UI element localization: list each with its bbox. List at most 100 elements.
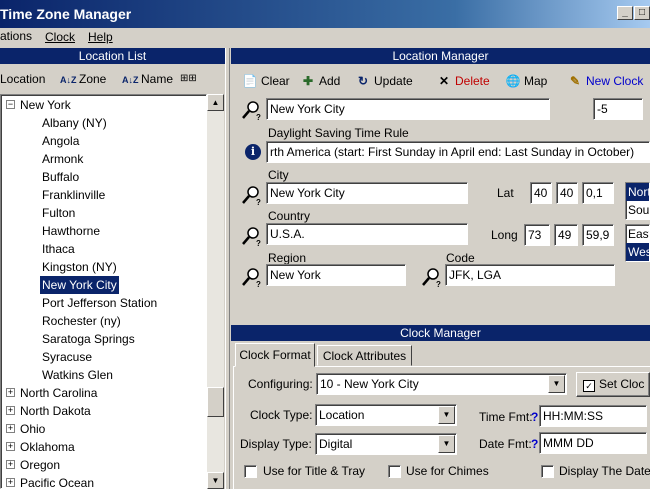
tree-child-item[interactable]: Port Jefferson Station (40, 294, 159, 312)
clock-type-dropdown[interactable]: Location ▼ (315, 404, 457, 426)
tree-child-item[interactable]: Franklinville (40, 186, 107, 204)
panel-splitter[interactable] (225, 48, 230, 489)
use-for-chimes-checkbox[interactable] (388, 465, 401, 478)
tree-group-item[interactable]: Oregon (20, 456, 60, 474)
use-for-title-tray-label: Use for Title & Tray (263, 464, 366, 478)
hemisphere-ns-list[interactable]: Nort Sou (625, 182, 650, 220)
tree-view-button[interactable]: ⊞⊞ (180, 68, 197, 90)
tree-collapse-toggle[interactable]: − (6, 100, 15, 109)
sort-by-zone-button[interactable]: A↓Z Zone (60, 68, 106, 90)
tree-expand-toggle[interactable]: + (6, 406, 15, 415)
hemisphere-west[interactable]: Wes (626, 243, 649, 261)
dst-rule-field[interactable]: rth America (start: First Sunday in Apri… (266, 141, 650, 163)
minimize-button[interactable]: _ (617, 6, 633, 20)
maximize-button[interactable]: □ (634, 6, 650, 20)
sort-by-location-button[interactable]: Location (0, 68, 45, 90)
tree-child-item[interactable]: Syracuse (40, 348, 94, 366)
tree-child-item[interactable]: Armonk (40, 150, 85, 168)
add-button[interactable]: ✚ Add (300, 70, 340, 92)
utc-offset-field[interactable]: -5 (593, 98, 643, 120)
city-lookup-icon[interactable]: ? (240, 184, 262, 206)
code-lookup-icon[interactable]: ? (420, 266, 442, 288)
configuring-dropdown[interactable]: 10 - New York City ▼ (316, 373, 567, 395)
tree-group-item[interactable]: Ohio (20, 420, 45, 438)
location-tree[interactable]: − New York Albany (NY) Angola Armonk Buffalo F… (0, 94, 207, 489)
tree-child-item[interactable]: Buffalo (40, 168, 81, 186)
pencil-icon: ✎ (569, 74, 581, 88)
tree-expand-toggle[interactable]: + (6, 424, 15, 433)
time-format-help-icon[interactable]: ? (531, 410, 538, 424)
tree-child-item[interactable]: Saratoga Springs (40, 330, 137, 348)
scroll-thumb[interactable] (207, 387, 224, 417)
latitude-degrees[interactable]: 40 (530, 182, 552, 204)
clear-button[interactable]: 📄 Clear (242, 70, 290, 92)
date-format-field[interactable]: MMM DD (539, 432, 647, 454)
map-button[interactable]: 🌐 Map (505, 70, 548, 92)
set-clock-button[interactable]: ✓ Set Cloc (576, 372, 650, 397)
tree-expand-toggle[interactable]: + (6, 460, 15, 469)
tree-child-item[interactable]: Hawthorne (40, 222, 102, 240)
city-label: City (268, 168, 289, 182)
info-icon: i (245, 144, 261, 160)
tree-child-item[interactable]: Watkins Glen (40, 366, 115, 384)
display-type-dropdown[interactable]: Digital ▼ (315, 433, 457, 455)
tree-child-item[interactable]: New York City (40, 276, 119, 294)
title-bar: Time Zone Manager _ □ (0, 0, 650, 28)
use-for-title-tray-checkbox[interactable] (244, 465, 257, 478)
tree-child-item[interactable]: Fulton (40, 204, 77, 222)
display-date-checkbox[interactable] (541, 465, 554, 478)
scroll-down-button[interactable]: ▼ (207, 472, 224, 489)
region-lookup-icon[interactable]: ? (240, 266, 262, 288)
dropdown-arrow-icon[interactable]: ▼ (548, 375, 565, 393)
time-format-field[interactable]: HH:MM:SS (539, 405, 647, 427)
sort-az-icon: A↓Z (122, 75, 139, 85)
tree-expand-toggle[interactable]: + (6, 478, 15, 487)
hemisphere-north[interactable]: Nort (626, 183, 649, 201)
dropdown-arrow-icon[interactable]: ▼ (438, 406, 455, 424)
region-field[interactable]: New York (266, 264, 406, 286)
airport-code-field[interactable]: JFK, LGA (445, 264, 615, 286)
country-field[interactable]: U.S.A. (266, 223, 468, 245)
city-field[interactable]: New York City (266, 182, 468, 204)
menu-locations[interactable]: ations (0, 29, 32, 43)
tree-group-item[interactable]: Pacific Ocean (20, 474, 94, 488)
hemisphere-south[interactable]: Sou (626, 201, 649, 219)
tree-child-item[interactable]: Albany (NY) (40, 114, 109, 132)
longitude-minutes[interactable]: 49 (554, 224, 578, 246)
scroll-up-button[interactable]: ▲ (207, 94, 224, 111)
tree-structure-icon: ⊞⊞ (180, 73, 197, 84)
country-lookup-icon[interactable]: ? (240, 225, 262, 247)
new-clock-button[interactable]: ✎ New Clock (567, 70, 643, 92)
hemisphere-ew-list[interactable]: East Wes (625, 224, 650, 262)
date-format-help-icon[interactable]: ? (531, 437, 538, 451)
tree-child-item[interactable]: Rochester (ny) (40, 312, 123, 330)
tree-vertical-scrollbar[interactable]: ▲ ▼ (207, 94, 224, 489)
location-list-header: Location List (0, 48, 225, 64)
tree-group-item[interactable]: North Carolina (20, 384, 97, 402)
tab-clock-format[interactable]: Clock Format (235, 343, 315, 367)
longitude-degrees[interactable]: 73 (524, 224, 550, 246)
tree-group-item[interactable]: Oklahoma (20, 438, 75, 456)
hemisphere-east[interactable]: East (626, 225, 649, 243)
search-magnifier-icon[interactable]: ? (240, 99, 262, 121)
use-for-chimes-label: Use for Chimes (406, 464, 489, 478)
dropdown-arrow-icon[interactable]: ▼ (438, 435, 455, 453)
latitude-seconds[interactable]: 0,1 (582, 182, 614, 204)
update-button[interactable]: ↻ Update (355, 70, 413, 92)
svg-text:?: ? (256, 198, 261, 206)
latitude-minutes[interactable]: 40 (556, 182, 578, 204)
svg-text:?: ? (256, 280, 261, 288)
tree-expand-toggle[interactable]: + (6, 442, 15, 451)
longitude-seconds[interactable]: 59,9 (582, 224, 614, 246)
delete-button[interactable]: ✕ Delete (436, 70, 490, 92)
tree-child-item[interactable]: Ithaca (40, 240, 77, 258)
tree-child-item[interactable]: Kingston (NY) (40, 258, 119, 276)
sort-by-name-button[interactable]: A↓Z Name (122, 68, 173, 90)
clear-label: Clear (261, 74, 290, 88)
tree-expand-toggle[interactable]: + (6, 388, 15, 397)
tree-group-item[interactable]: New York (20, 96, 71, 114)
tree-group-item[interactable]: North Dakota (20, 402, 91, 420)
tab-clock-attributes[interactable]: Clock Attributes (317, 345, 412, 366)
tree-child-item[interactable]: Angola (40, 132, 81, 150)
location-search-field[interactable]: New York City (266, 98, 550, 120)
